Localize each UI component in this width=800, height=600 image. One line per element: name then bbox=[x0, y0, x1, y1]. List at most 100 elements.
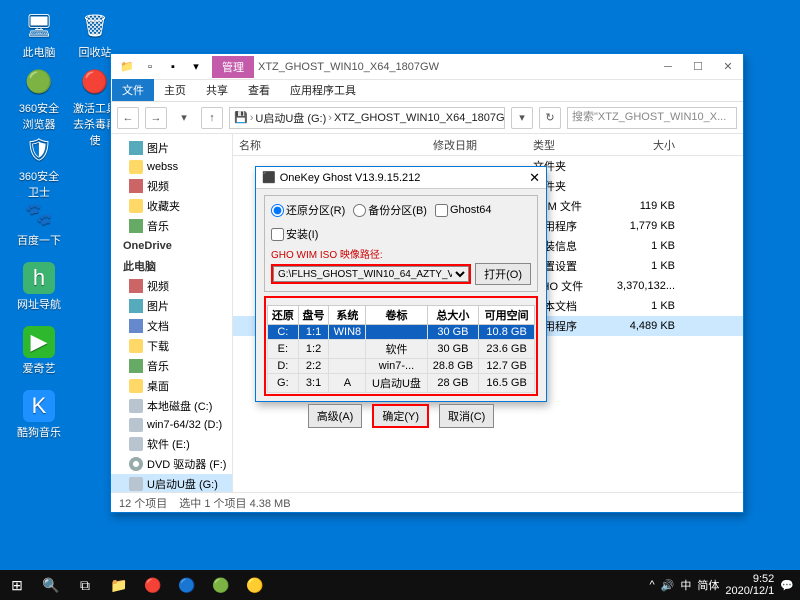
notification-icon[interactable]: 💬 bbox=[780, 579, 794, 592]
tree-item[interactable]: 视频 bbox=[111, 176, 232, 196]
onekey-ghost-dialog: ⬛ OneKey Ghost V13.9.15.212 ✕ 还原分区(R) 备份… bbox=[255, 166, 547, 402]
ok-button[interactable]: 确定(Y) bbox=[372, 404, 429, 428]
tree-item[interactable]: DVD 驱动器 (F:) bbox=[111, 454, 232, 474]
clock-date[interactable]: 2020/12/1 bbox=[725, 585, 774, 597]
table-header[interactable]: 总大小 bbox=[427, 306, 479, 325]
desktop-icon[interactable]: 🖥此电脑 bbox=[14, 10, 64, 60]
image-path-select[interactable]: G:\FLHS_GHOST_WIN10_64_AZTY_V2020_12.GHO bbox=[273, 266, 469, 282]
table-header[interactable]: 盘号 bbox=[298, 306, 329, 325]
image-path-label: GHO WIM ISO 映像路径: bbox=[271, 246, 531, 261]
partition-table: 还原盘号系统卷标总大小可用空间 C:1:1WIN830 GB10.8 GBE:1… bbox=[267, 305, 535, 393]
col-name[interactable]: 名称 bbox=[233, 137, 433, 153]
checkbox-ghost64[interactable]: Ghost64 bbox=[435, 202, 492, 218]
tree-item[interactable]: webss bbox=[111, 158, 232, 176]
tree-item[interactable]: 图片 bbox=[111, 296, 232, 316]
taskbar-app-2[interactable]: 🔵 bbox=[170, 570, 204, 600]
taskbar-app-1[interactable]: 🔴 bbox=[136, 570, 170, 600]
nav-up-button[interactable]: ↑ bbox=[201, 107, 223, 129]
desktop-icon[interactable]: ▶爱奇艺 bbox=[14, 326, 64, 376]
tree-item[interactable]: 音乐 bbox=[111, 356, 232, 376]
tree-item[interactable]: 音乐 bbox=[111, 216, 232, 236]
col-date[interactable]: 修改日期 bbox=[433, 137, 533, 153]
refresh-button[interactable]: ↻ bbox=[539, 107, 561, 129]
qat-props-icon[interactable]: ▫ bbox=[140, 57, 160, 77]
advanced-button[interactable]: 高级(A) bbox=[308, 404, 363, 428]
radio-restore[interactable]: 还原分区(R) bbox=[271, 202, 345, 218]
ribbon-tab[interactable]: 主页 bbox=[154, 79, 196, 101]
task-view-button[interactable]: ⧉ bbox=[68, 570, 102, 600]
nav-back-button[interactable]: ← bbox=[117, 107, 139, 129]
ribbon-tab[interactable]: 共享 bbox=[196, 79, 238, 101]
table-header[interactable]: 还原 bbox=[268, 306, 299, 325]
tree-item[interactable]: 文档 bbox=[111, 316, 232, 336]
qat-dropdown-icon[interactable]: ▾ bbox=[186, 57, 206, 77]
tree-item[interactable]: 本地磁盘 (C:) bbox=[111, 396, 232, 416]
col-type[interactable]: 类型 bbox=[533, 137, 613, 153]
status-count: 12 个项目 bbox=[119, 495, 167, 511]
start-button[interactable]: ⊞ bbox=[0, 570, 34, 600]
tree-item[interactable]: 下载 bbox=[111, 336, 232, 356]
tray-up-icon[interactable]: ^ bbox=[649, 579, 654, 591]
ribbon-tab[interactable]: 应用程序工具 bbox=[280, 79, 366, 101]
partition-table-highlight: 还原盘号系统卷标总大小可用空间 C:1:1WIN830 GB10.8 GBE:1… bbox=[264, 296, 538, 396]
tree-item[interactable]: 图片 bbox=[111, 138, 232, 158]
tray-volume-icon[interactable]: 🔊 bbox=[661, 579, 675, 592]
nav-forward-button[interactable]: → bbox=[145, 107, 167, 129]
desktop-icon[interactable]: 🟢360安全浏览器 bbox=[14, 66, 64, 132]
checkbox-install[interactable]: 安装(I) bbox=[271, 226, 318, 242]
table-header[interactable]: 可用空间 bbox=[479, 306, 535, 325]
taskbar-app-3[interactable]: 🟢 bbox=[204, 570, 238, 600]
search-button[interactable]: 🔍 bbox=[34, 570, 68, 600]
radio-backup[interactable]: 备份分区(B) bbox=[353, 202, 427, 218]
nav-history-button[interactable]: ▾ bbox=[173, 107, 195, 129]
breadcrumb-item[interactable]: U启动U盘 (G:) bbox=[255, 110, 326, 126]
ime-lang[interactable]: 中 bbox=[680, 577, 691, 593]
desktop-icon[interactable]: h网址导航 bbox=[14, 262, 64, 312]
taskbar-app-4[interactable]: 🟡 bbox=[238, 570, 272, 600]
ribbon-context-tab[interactable]: 管理 bbox=[212, 56, 254, 78]
address-bar[interactable]: 💾›U启动U盘 (G:)›XTZ_GHOST_WIN10_X64_1807GW bbox=[229, 107, 505, 129]
ribbon-tabs: 文件主页共享查看应用程序工具 bbox=[111, 80, 743, 102]
desktop-icon[interactable]: 🐾百度一下 bbox=[14, 198, 64, 248]
desktop-icon[interactable]: 🛡360安全卫士 bbox=[14, 134, 64, 200]
breadcrumb-item[interactable]: XTZ_GHOST_WIN10_X64_1807GW bbox=[334, 112, 505, 124]
desktop-icon[interactable]: K酷狗音乐 bbox=[14, 390, 64, 440]
status-selection: 选中 1 个项目 4.38 MB bbox=[179, 495, 290, 511]
taskbar-explorer[interactable]: 📁 bbox=[102, 570, 136, 600]
window-title: XTZ_GHOST_WIN10_X64_1807GW bbox=[254, 61, 653, 73]
qat-new-icon[interactable]: ▪ bbox=[163, 57, 183, 77]
maximize-button[interactable]: ☐ bbox=[683, 54, 713, 80]
clock-time[interactable]: 9:52 bbox=[725, 573, 774, 585]
nav-tree: 图片webss视频收藏夹音乐OneDrive此电脑视频图片文档下载音乐桌面本地磁… bbox=[111, 134, 233, 492]
tree-item[interactable]: win7-64/32 (D:) bbox=[111, 416, 232, 434]
tree-item[interactable]: 桌面 bbox=[111, 376, 232, 396]
ribbon-tab[interactable]: 查看 bbox=[238, 79, 280, 101]
titlebar[interactable]: 📁 ▫ ▪ ▾ 管理 XTZ_GHOST_WIN10_X64_1807GW ─ … bbox=[111, 54, 743, 80]
image-path-field-highlight: G:\FLHS_GHOST_WIN10_64_AZTY_V2020_12.GHO bbox=[271, 264, 471, 284]
tree-item[interactable]: 此电脑 bbox=[111, 254, 232, 276]
tree-item[interactable]: 视频 bbox=[111, 276, 232, 296]
minimize-button[interactable]: ─ bbox=[653, 54, 683, 80]
search-input[interactable]: 搜索"XTZ_GHOST_WIN10_X... bbox=[567, 107, 737, 129]
close-button[interactable]: ✕ bbox=[713, 54, 743, 80]
table-header[interactable]: 卷标 bbox=[366, 306, 427, 325]
app-icon: ⬛ bbox=[262, 171, 276, 184]
col-size[interactable]: 大小 bbox=[613, 137, 683, 153]
open-button[interactable]: 打开(O) bbox=[475, 263, 531, 285]
ime-mode[interactable]: 简体 bbox=[697, 577, 719, 593]
tree-item[interactable]: 收藏夹 bbox=[111, 196, 232, 216]
cancel-button[interactable]: 取消(C) bbox=[439, 404, 494, 428]
address-dropdown[interactable]: ▾ bbox=[511, 107, 533, 129]
tree-item[interactable]: 软件 (E:) bbox=[111, 434, 232, 454]
partition-row[interactable]: C:1:1WIN830 GB10.8 GB bbox=[268, 325, 535, 340]
table-header[interactable]: 系统 bbox=[329, 306, 366, 325]
partition-row[interactable]: E:1:2软件30 GB23.6 GB bbox=[268, 340, 535, 359]
tree-item[interactable]: OneDrive bbox=[111, 236, 232, 254]
ribbon-tab[interactable]: 文件 bbox=[112, 79, 154, 101]
dialog-titlebar[interactable]: ⬛ OneKey Ghost V13.9.15.212 ✕ bbox=[256, 167, 546, 189]
partition-row[interactable]: D:2:2win7-...28.8 GB12.7 GB bbox=[268, 359, 535, 374]
folder-icon: 📁 bbox=[117, 57, 137, 77]
partition-row[interactable]: G:3:1AU启动U盘28 GB16.5 GB bbox=[268, 374, 535, 393]
tree-item[interactable]: U启动U盘 (G:) bbox=[111, 474, 232, 492]
dialog-close-button[interactable]: ✕ bbox=[529, 170, 540, 186]
